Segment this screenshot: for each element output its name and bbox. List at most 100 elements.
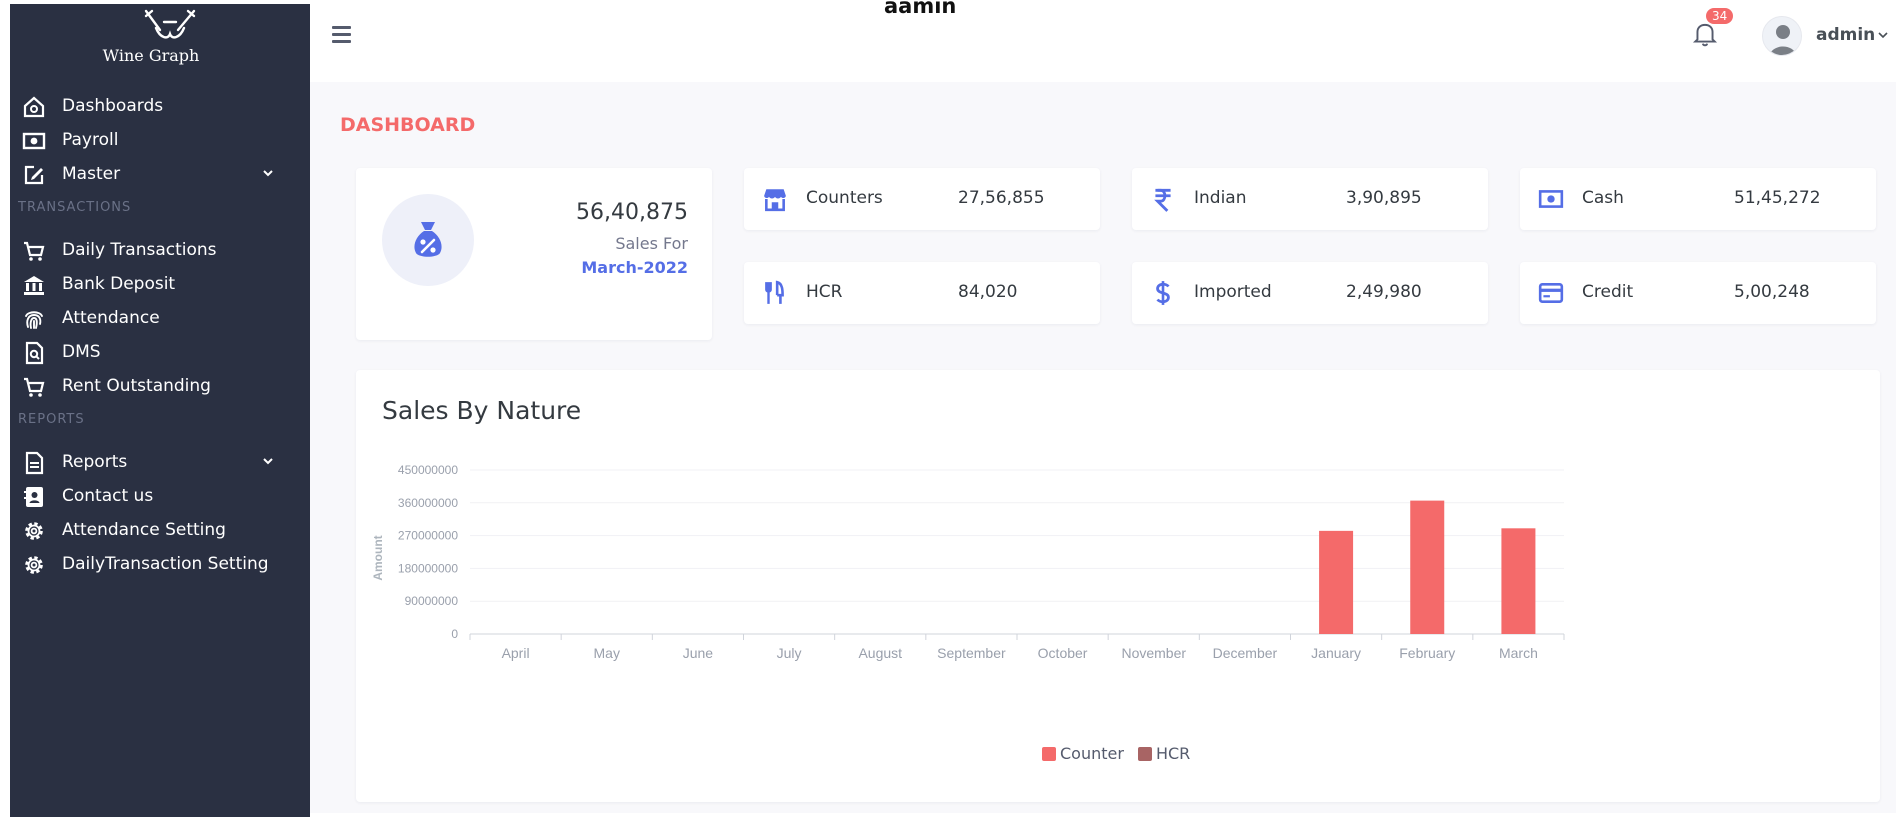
avatar[interactable] bbox=[1762, 16, 1802, 56]
user-avatar-icon bbox=[1769, 25, 1797, 55]
x-tick-label: March bbox=[1499, 645, 1538, 661]
fingerprint-icon bbox=[25, 311, 43, 329]
sidebar-item-contact-us[interactable]: Contact us bbox=[10, 478, 310, 514]
bar-counter-february bbox=[1410, 500, 1445, 634]
x-tick-label: December bbox=[1213, 645, 1278, 661]
sidebar-section-reports: REPORTS bbox=[18, 412, 85, 427]
file-search-icon bbox=[25, 341, 44, 365]
stat-value: 51,45,272 bbox=[1734, 188, 1821, 208]
chevron-down-icon bbox=[263, 458, 273, 465]
stat-value: 5,00,248 bbox=[1734, 282, 1810, 302]
sidebar-item-dashboards[interactable]: Dashboards bbox=[10, 88, 310, 124]
edit-icon bbox=[24, 165, 44, 185]
gear-icon bbox=[25, 556, 43, 574]
bank-icon bbox=[24, 276, 44, 295]
bar-counter-january bbox=[1319, 530, 1354, 634]
sidebar-item-label: Bank Deposit bbox=[62, 274, 176, 294]
stat-value: 2,49,980 bbox=[1346, 282, 1422, 302]
x-tick-label: September bbox=[937, 645, 1006, 661]
sidebar-item-label: Contact us bbox=[62, 486, 154, 506]
sales-month[interactable]: March-2022 bbox=[581, 258, 688, 277]
stat-label: HCR bbox=[806, 282, 843, 302]
legend-label: Counter bbox=[1060, 744, 1124, 763]
sidebar-item-daily-transactions[interactable]: Daily Transactions bbox=[10, 232, 310, 268]
stat-card-cash: Cash 51,45,272 bbox=[1520, 168, 1876, 230]
store-icon bbox=[764, 189, 786, 212]
bar-counter-march bbox=[1501, 528, 1536, 634]
y-tick-label: 90000000 bbox=[405, 594, 459, 608]
x-tick-label: October bbox=[1038, 645, 1088, 661]
sidebar: Wine Graph Dashboards Payroll Master TRA… bbox=[10, 4, 310, 817]
sidebar-item-dailytransaction-setting[interactable]: DailyTransaction Setting bbox=[10, 546, 310, 582]
chart-legend: Counter HCR bbox=[1042, 744, 1190, 763]
money-icon bbox=[1538, 190, 1564, 208]
stat-label: Cash bbox=[1582, 188, 1624, 208]
contact-icon bbox=[24, 487, 43, 507]
stat-card-indian: Indian 3,90,895 bbox=[1132, 168, 1488, 230]
chevron-down-icon bbox=[263, 170, 273, 177]
legend-label: HCR bbox=[1155, 744, 1191, 763]
sidebar-item-label: Attendance bbox=[62, 308, 160, 328]
chevron-down-icon[interactable] bbox=[1878, 31, 1888, 39]
sidebar-item-dms[interactable]: DMS bbox=[10, 334, 310, 370]
sales-total-value: 56,40,875 bbox=[576, 200, 688, 225]
main-content: DASHBOARD 56,40,875 Sales For March-2022… bbox=[310, 82, 1896, 813]
stat-card-counters: Counters 27,56,855 bbox=[744, 168, 1100, 230]
credit-card-icon bbox=[1538, 283, 1564, 303]
user-name[interactable]: admin bbox=[1816, 25, 1875, 45]
stat-label: Imported bbox=[1194, 282, 1272, 302]
y-axis-label: Amount bbox=[371, 535, 385, 580]
x-tick-label: July bbox=[777, 645, 802, 661]
x-tick-label: February bbox=[1399, 645, 1455, 661]
legend-item-hcr[interactable]: HCR bbox=[1137, 744, 1191, 763]
y-tick-label: 450000000 bbox=[398, 463, 458, 477]
sidebar-item-label: Payroll bbox=[62, 130, 119, 150]
sidebar-item-label: Daily Transactions bbox=[62, 240, 217, 260]
sidebar-item-bank-deposit[interactable]: Bank Deposit bbox=[10, 266, 310, 302]
legend-swatch-counter bbox=[1042, 746, 1056, 761]
stat-card-imported: Imported 2,49,980 bbox=[1132, 262, 1488, 324]
x-tick-label: January bbox=[1311, 645, 1361, 661]
logo-icon bbox=[144, 9, 196, 39]
sales-chart: 0 90000000 180000000 270000000 360000000 4500… bbox=[371, 463, 1565, 661]
x-tick-label: April bbox=[502, 645, 530, 661]
menu-toggle-icon[interactable] bbox=[332, 26, 352, 46]
money-bag-icon bbox=[414, 222, 442, 257]
legend-item-counter[interactable]: Counter bbox=[1042, 744, 1124, 763]
sales-summary-card: 56,40,875 Sales For March-2022 bbox=[356, 168, 712, 340]
cart-icon bbox=[24, 241, 45, 261]
sidebar-item-label: DailyTransaction Setting bbox=[62, 554, 269, 574]
sidebar-item-label: DMS bbox=[62, 342, 101, 362]
y-tick-label: 270000000 bbox=[398, 529, 458, 543]
sidebar-item-attendance[interactable]: Attendance bbox=[10, 300, 310, 336]
y-tick-label: 0 bbox=[451, 627, 458, 641]
x-tick-label: November bbox=[1121, 645, 1186, 661]
stat-value: 3,90,895 bbox=[1346, 188, 1422, 208]
logo[interactable]: Wine Graph bbox=[10, 4, 310, 70]
bell-icon[interactable] bbox=[1692, 20, 1718, 48]
y-tick-label: 180000000 bbox=[398, 561, 458, 575]
stat-value: 84,020 bbox=[958, 282, 1018, 302]
sales-for-label: Sales For bbox=[615, 234, 688, 253]
gear-icon bbox=[25, 522, 43, 540]
sidebar-item-label: Rent Outstanding bbox=[62, 376, 211, 396]
sidebar-item-attendance-setting[interactable]: Attendance Setting bbox=[10, 512, 310, 548]
stat-card-credit: Credit 5,00,248 bbox=[1520, 262, 1876, 324]
x-tick-label: August bbox=[858, 645, 902, 661]
sidebar-item-label: Dashboards bbox=[62, 96, 164, 116]
sidebar-item-label: Attendance Setting bbox=[62, 520, 226, 540]
stat-value: 27,56,855 bbox=[958, 188, 1045, 208]
stat-label: Indian bbox=[1194, 188, 1247, 208]
sales-icon-wrap bbox=[382, 194, 474, 286]
cart-icon bbox=[24, 377, 45, 397]
y-tick-label: 360000000 bbox=[398, 496, 458, 510]
topbar: aamin 34 admin bbox=[310, 0, 1896, 82]
sidebar-item-master[interactable]: Master bbox=[10, 156, 310, 192]
logo-text: Wine Graph bbox=[102, 46, 200, 65]
sidebar-item-reports[interactable]: Reports bbox=[10, 444, 310, 480]
sidebar-item-rent-outstanding[interactable]: Rent Outstanding bbox=[10, 368, 310, 404]
legend-swatch-hcr bbox=[1137, 746, 1152, 761]
sidebar-item-payroll[interactable]: Payroll bbox=[10, 122, 310, 158]
stat-label: Credit bbox=[1582, 282, 1634, 302]
sidebar-section-transactions: TRANSACTIONS bbox=[18, 200, 132, 215]
